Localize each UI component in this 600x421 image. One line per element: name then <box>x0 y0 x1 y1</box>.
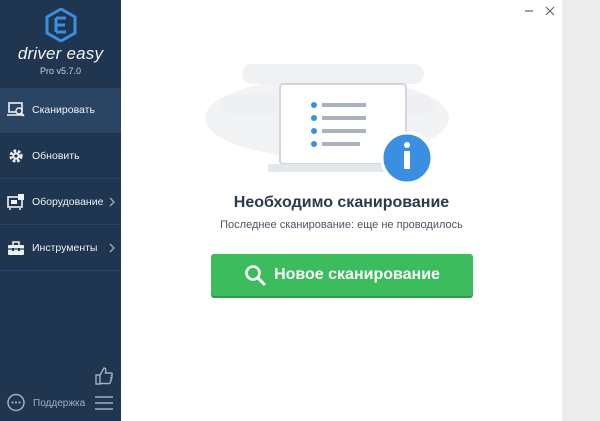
app-window: driver easy Pro v5.7.0 Сканировать Обнов… <box>0 0 562 421</box>
sidebar: driver easy Pro v5.7.0 Сканировать Обнов… <box>0 0 121 421</box>
chat-bubble-icon <box>7 393 25 412</box>
sidebar-item-scan[interactable]: Сканировать <box>0 88 121 132</box>
sidebar-item-label: Оборудование <box>32 196 104 208</box>
sidebar-item-update[interactable]: Обновить <box>0 134 121 178</box>
sidebar-item-label: Инструменты <box>32 242 98 254</box>
logo: driver easy Pro v5.7.0 <box>0 0 121 86</box>
close-icon[interactable] <box>543 4 557 18</box>
sidebar-item-label: Обновить <box>32 150 80 162</box>
thumbs-up-icon[interactable] <box>94 366 114 386</box>
sidebar-divider <box>0 132 121 133</box>
window-gutter <box>562 0 600 421</box>
support-label: Поддержка <box>33 397 86 409</box>
new-scan-button[interactable]: Новое сканирование <box>211 254 473 296</box>
scan-laptop-icon <box>6 100 26 120</box>
page-title: Необходимо сканирование <box>233 194 450 211</box>
last-scan-status: Последнее сканирование: еще не проводило… <box>220 219 463 231</box>
driver-easy-logo-icon <box>45 8 77 42</box>
sidebar-divider <box>0 224 121 225</box>
new-scan-label: Новое сканирование <box>274 266 440 283</box>
chevron-right-icon <box>109 243 115 253</box>
hardware-icon <box>6 192 26 212</box>
brand-name: driver easy <box>17 44 104 63</box>
chevron-right-icon <box>109 197 115 207</box>
sidebar-item-label: Сканировать <box>32 104 95 116</box>
minimize-icon[interactable] <box>522 4 536 18</box>
sidebar-item-tools[interactable]: Инструменты <box>0 226 121 270</box>
sidebar-divider <box>0 270 121 271</box>
search-icon <box>245 265 266 286</box>
sidebar-item-hardware[interactable]: Оборудование <box>0 180 121 224</box>
menu-icon[interactable] <box>95 395 113 411</box>
scan-required-illustration <box>205 64 449 185</box>
info-icon <box>380 131 434 185</box>
gear-icon <box>6 146 26 166</box>
version-label: Pro v5.7.0 <box>39 66 82 76</box>
toolbox-icon <box>6 238 26 258</box>
sidebar-divider <box>0 178 121 179</box>
support-button[interactable]: Поддержка <box>6 392 85 414</box>
